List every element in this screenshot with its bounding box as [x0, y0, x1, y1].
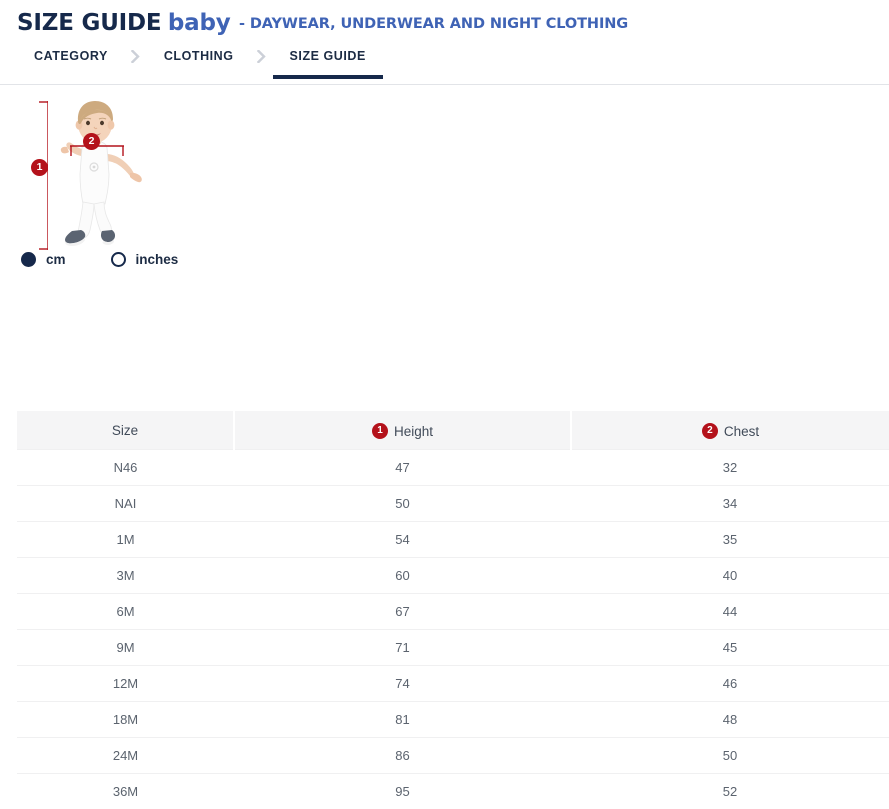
column-header-chest-label: Chest [724, 424, 759, 439]
table-row: 12M 74 46 [17, 666, 889, 702]
cell-size: 3M [17, 558, 234, 594]
table-row: 9M 71 45 [17, 630, 889, 666]
cell-chest: 32 [571, 450, 889, 486]
column-header-size-label: Size [112, 423, 138, 438]
cell-height: 67 [234, 594, 571, 630]
cell-size: 36M [17, 774, 234, 809]
breadcrumb-item-category[interactable]: CATEGORY [17, 49, 125, 76]
unit-option-inches-label: inches [136, 252, 179, 267]
table-row: 36M 95 52 [17, 774, 889, 809]
cell-height: 74 [234, 666, 571, 702]
cell-chest: 45 [571, 630, 889, 666]
cell-chest: 50 [571, 738, 889, 774]
cell-chest: 34 [571, 486, 889, 522]
cell-size: 9M [17, 630, 234, 666]
cell-height: 86 [234, 738, 571, 774]
cell-height: 95 [234, 774, 571, 809]
cell-size: 24M [17, 738, 234, 774]
table-header-row: Size 1 Height 2 Chest [17, 411, 889, 450]
cell-chest: 40 [571, 558, 889, 594]
height-badge-icon: 1 [372, 423, 388, 439]
table-header: Size 1 Height 2 Chest [17, 411, 889, 450]
chevron-right-icon [251, 49, 273, 63]
column-header-height: 1 Height [234, 411, 571, 450]
radio-inches-icon[interactable] [111, 252, 126, 267]
page-title: SIZE GUIDE baby - DAYWEAR, UNDERWEAR AND… [17, 12, 889, 35]
size-guide-table: Size 1 Height 2 Chest N46 47 32 [17, 411, 889, 809]
height-marker-badge: 1 [31, 159, 48, 176]
breadcrumb-item-clothing[interactable]: CLOTHING [147, 49, 251, 76]
illustration-area: 1 2 cm inches [0, 94, 889, 349]
table-body: N46 47 32 NAI 50 34 1M 54 35 3M 60 40 6M… [17, 450, 889, 809]
cell-chest: 35 [571, 522, 889, 558]
unit-option-inches[interactable]: inches [111, 252, 179, 267]
cell-height: 71 [234, 630, 571, 666]
page-title-category: baby [168, 10, 231, 36]
cell-height: 47 [234, 450, 571, 486]
unit-option-cm[interactable]: cm [21, 252, 66, 267]
table-row: 3M 60 40 [17, 558, 889, 594]
table-row: NAI 50 34 [17, 486, 889, 522]
page-title-main: SIZE GUIDE [17, 10, 161, 36]
table-row: 18M 81 48 [17, 702, 889, 738]
table-row: 24M 86 50 [17, 738, 889, 774]
cell-height: 81 [234, 702, 571, 738]
cell-size: 12M [17, 666, 234, 702]
cell-size: N46 [17, 450, 234, 486]
chevron-right-icon [125, 49, 147, 63]
baby-figure-illustration: 1 2 [24, 94, 164, 259]
cell-chest: 52 [571, 774, 889, 809]
unit-option-cm-label: cm [46, 252, 66, 267]
column-header-height-label: Height [394, 424, 433, 439]
unit-selector: cm inches [21, 252, 178, 267]
radio-cm-icon[interactable] [21, 252, 36, 267]
cell-height: 50 [234, 486, 571, 522]
table-row: 1M 54 35 [17, 522, 889, 558]
cell-size: NAI [17, 486, 234, 522]
chest-marker-badge: 2 [83, 133, 100, 150]
chest-badge-icon: 2 [702, 423, 718, 439]
cell-chest: 44 [571, 594, 889, 630]
cell-height: 60 [234, 558, 571, 594]
cell-size: 18M [17, 702, 234, 738]
cell-chest: 46 [571, 666, 889, 702]
column-header-size: Size [17, 411, 234, 450]
column-header-chest: 2 Chest [571, 411, 889, 450]
cell-chest: 48 [571, 702, 889, 738]
cell-size: 6M [17, 594, 234, 630]
page-title-description: - DAYWEAR, UNDERWEAR AND NIGHT CLOTHING [239, 16, 628, 32]
breadcrumb-item-size-guide[interactable]: SIZE GUIDE [273, 49, 383, 76]
table-row: 6M 67 44 [17, 594, 889, 630]
page-header: SIZE GUIDE baby - DAYWEAR, UNDERWEAR AND… [0, 0, 889, 35]
breadcrumb: CATEGORY CLOTHING SIZE GUIDE [0, 49, 889, 85]
cell-size: 1M [17, 522, 234, 558]
cell-height: 54 [234, 522, 571, 558]
table-row: N46 47 32 [17, 450, 889, 486]
